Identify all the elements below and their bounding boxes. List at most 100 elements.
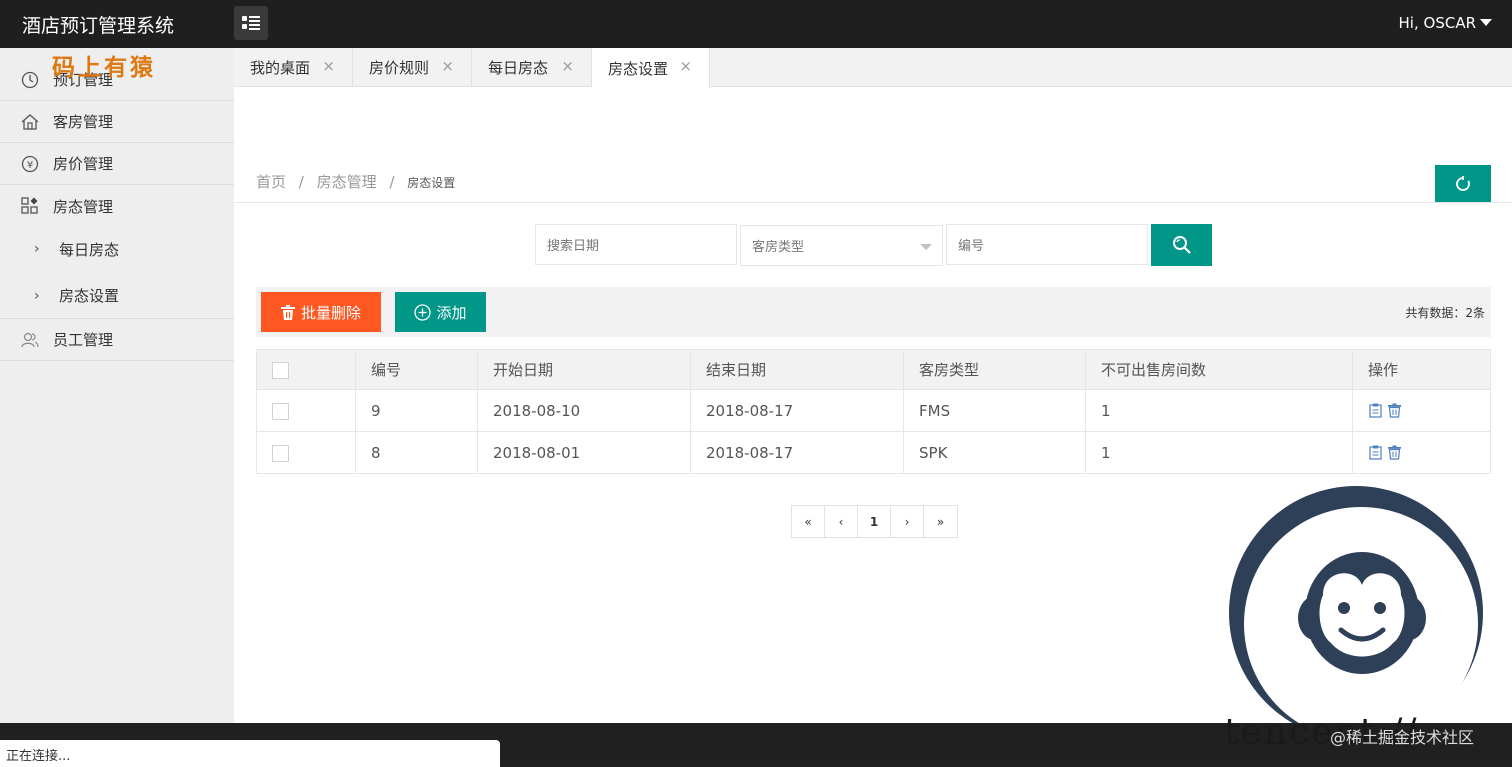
delete-icon[interactable] <box>1387 445 1402 460</box>
tab-daily-status[interactable]: 每日房态 × <box>472 48 592 87</box>
row-checkbox[interactable] <box>272 402 289 420</box>
browser-status-bar: 正在连接... <box>0 740 500 767</box>
cell-actions <box>1352 431 1491 474</box>
select-all-checkbox[interactable] <box>272 361 289 379</box>
page-prev-button[interactable]: ‹ <box>825 506 858 537</box>
table-header-row: 编号 开始日期 结束日期 客房类型 不可出售房间数 操作 <box>256 349 1491 390</box>
breadcrumb-section[interactable]: 房态管理 <box>317 173 377 191</box>
column-header[interactable]: 编号 <box>355 349 478 390</box>
close-icon[interactable]: × <box>441 57 454 75</box>
breadcrumb-home[interactable]: 首页 <box>256 173 286 191</box>
sidebar-item-rooms[interactable]: 客房管理 <box>0 101 234 143</box>
top-navbar: 酒店预订管理系统 Hi, OSCAR <box>0 0 1512 48</box>
table-row: 9 2018-08-10 2018-08-17 FMS 1 <box>256 389 1491 432</box>
search-date-input[interactable]: 搜索日期 <box>535 224 737 265</box>
tab-label: 每日房态 <box>488 59 549 77</box>
total-count: 共有数据：2条 <box>1405 306 1485 320</box>
cell-actions <box>1352 389 1491 432</box>
search-icon <box>1172 236 1191 254</box>
edit-icon[interactable] <box>1368 445 1383 460</box>
sidebar-subitem-label: 每日房态 <box>59 240 120 259</box>
add-button[interactable]: 添加 <box>395 292 486 332</box>
page-next-button[interactable]: › <box>891 506 924 537</box>
row-checkbox[interactable] <box>272 444 289 462</box>
sidebar-item-staff[interactable]: 员工管理 <box>0 319 234 361</box>
user-menu[interactable]: Hi, OSCAR <box>1399 14 1476 32</box>
row-checkbox-cell <box>256 389 356 432</box>
row-checkbox-cell <box>256 431 356 474</box>
batch-delete-button[interactable]: 批量删除 <box>261 292 381 332</box>
tab-label: 房态设置 <box>608 59 669 78</box>
page-last-button[interactable]: » <box>924 506 957 537</box>
column-header[interactable]: 客房类型 <box>903 349 1086 390</box>
breadcrumb-current: 房态设置 <box>407 176 456 190</box>
room-type-select[interactable]: 客房类型 <box>740 225 943 266</box>
clock-icon <box>21 71 39 89</box>
cell-room-type: FMS <box>903 389 1086 432</box>
table-row: 8 2018-08-01 2018-08-17 SPK 1 <box>256 431 1491 474</box>
divider <box>234 202 1512 203</box>
column-header[interactable]: 结束日期 <box>690 349 904 390</box>
tab-price-rules[interactable]: 房价规则 × <box>353 48 472 87</box>
caret-down-icon <box>920 244 932 250</box>
cell-id: 9 <box>355 389 478 432</box>
sidebar-item-prices[interactable]: ¥ 房价管理 <box>0 143 234 185</box>
breadcrumb-separator: / <box>389 173 395 191</box>
pagination: « ‹ 1 › » <box>791 505 958 538</box>
select-all-cell <box>256 349 356 390</box>
home-icon <box>21 114 39 130</box>
chevron-right-icon: › <box>34 287 40 304</box>
table-toolbar: 批量删除 添加 共有数据：2条 <box>256 287 1491 337</box>
cell-id: 8 <box>355 431 478 474</box>
sidebar-item-room-status[interactable]: 房态管理 <box>0 185 234 227</box>
breadcrumb: 首页 / 房态管理 / 房态设置 <box>256 171 463 192</box>
column-header: 操作 <box>1352 349 1491 390</box>
refresh-button[interactable] <box>1435 165 1491 202</box>
juejin-watermark: @稀土掘金技术社区 <box>1330 728 1475 747</box>
search-button[interactable] <box>1151 224 1212 266</box>
svg-text:¥: ¥ <box>27 160 33 171</box>
add-label: 添加 <box>436 303 467 322</box>
sidebar-item-label: 房价管理 <box>53 155 114 173</box>
yen-icon: ¥ <box>21 155 39 173</box>
apps-icon <box>21 197 38 214</box>
sidebar-item-label: 员工管理 <box>53 331 114 349</box>
column-header[interactable]: 开始日期 <box>477 349 691 390</box>
menu-list-icon <box>242 16 260 30</box>
sidebar-subitem-status-settings[interactable]: › 房态设置 <box>0 273 234 319</box>
tab-bar: 我的桌面 × 房价规则 × 每日房态 × 房态设置 × <box>234 48 1512 88</box>
edit-icon[interactable] <box>1368 403 1383 418</box>
close-icon[interactable]: × <box>561 57 574 75</box>
batch-delete-label: 批量删除 <box>300 303 361 322</box>
number-input[interactable]: 编号 <box>946 224 1148 265</box>
caret-down-icon[interactable] <box>1480 19 1492 26</box>
close-icon[interactable]: × <box>322 57 335 75</box>
page-first-button[interactable]: « <box>792 506 825 537</box>
sidebar-subitem-label: 房态设置 <box>59 287 120 305</box>
cell-end-date: 2018-08-17 <box>690 431 904 474</box>
sidebar-subitem-daily-status[interactable]: › 每日房态 <box>0 227 234 271</box>
room-type-select-value: 客房类型 <box>752 240 805 255</box>
add-circle-icon <box>414 303 432 321</box>
tab-label: 房价规则 <box>369 59 430 77</box>
app-title: 酒店预订管理系统 <box>22 15 175 37</box>
cell-end-date: 2018-08-17 <box>690 389 904 432</box>
cell-unsellable-count: 1 <box>1085 389 1353 432</box>
tab-desktop[interactable]: 我的桌面 × <box>234 48 353 87</box>
cell-room-type: SPK <box>903 431 1086 474</box>
delete-icon[interactable] <box>1387 403 1402 418</box>
page-current[interactable]: 1 <box>858 506 891 537</box>
menu-toggle-button[interactable] <box>234 6 268 40</box>
watermark-logo-text: 码上有猿 <box>52 54 156 81</box>
cell-start-date: 2018-08-01 <box>477 431 691 474</box>
refresh-icon <box>1456 175 1470 191</box>
sidebar-item-label: 客房管理 <box>53 113 114 131</box>
users-icon <box>21 332 39 348</box>
close-icon[interactable]: × <box>679 57 692 75</box>
tab-status-settings[interactable]: 房态设置 × <box>592 48 710 88</box>
column-header[interactable]: 不可出售房间数 <box>1085 349 1353 390</box>
cell-start-date: 2018-08-10 <box>477 389 691 432</box>
room-status-table: 编号 开始日期 结束日期 客房类型 不可出售房间数 操作 9 2018-08-1… <box>256 349 1491 474</box>
sidebar-item-label: 房态管理 <box>53 197 114 216</box>
tab-label: 我的桌面 <box>250 59 311 77</box>
